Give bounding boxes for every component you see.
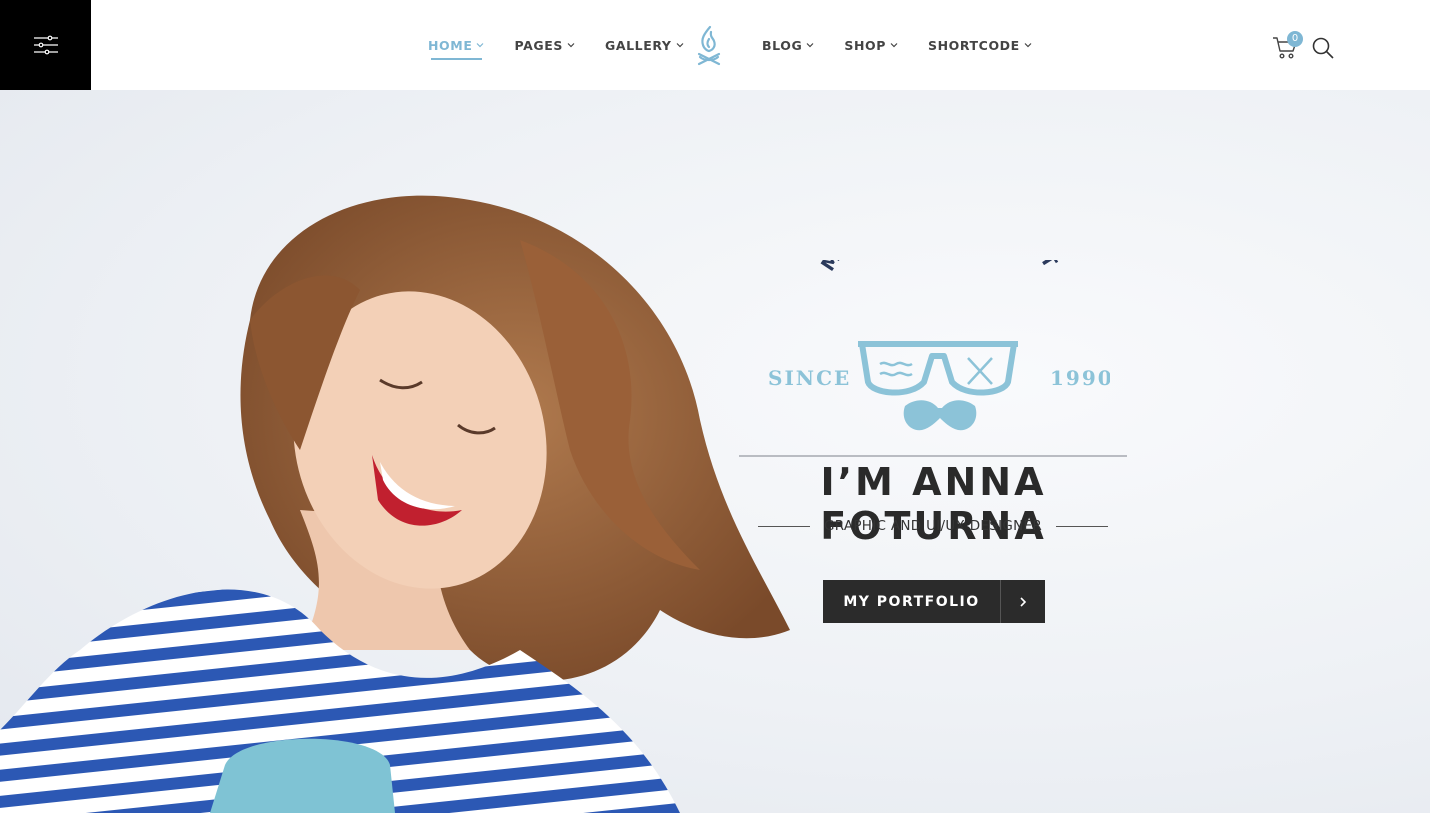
nav-item-pages[interactable]: PAGES <box>514 38 575 53</box>
chevron-down-icon <box>806 43 814 48</box>
nav-label: GALLERY <box>604 37 672 53</box>
nav-label: SHOP <box>844 37 886 53</box>
chevron-down-icon <box>477 43 484 48</box>
main-nav-left: HOME PAGES GALLERY <box>428 0 714 90</box>
title-divider <box>739 455 1127 457</box>
nav-item-home[interactable]: HOME <box>428 37 484 60</box>
search-icon[interactable] <box>1311 36 1335 60</box>
hero-subtitle: GRAPHIC AND UI/UX DESIGNER <box>823 518 1043 534</box>
chevron-down-icon <box>1024 43 1032 48</box>
nav-item-blog[interactable]: BLOG <box>762 38 814 53</box>
my-portfolio-button[interactable]: MY PORTFOLIO <box>823 580 1045 623</box>
cart-count-badge: 0 <box>1287 31 1303 47</box>
cta-label: MY PORTFOLIO <box>823 580 1000 623</box>
nav-label: PAGES <box>514 37 563 53</box>
hero-photo <box>0 195 790 813</box>
made-with-heart-badge: MADE WITH HEART SINCE 1990 <box>768 260 1110 431</box>
cta-arrow <box>1000 580 1045 623</box>
badge-year: 1990 <box>1050 366 1110 390</box>
nav-item-shop[interactable]: SHOP <box>844 38 898 53</box>
subtitle-right-line <box>1056 525 1108 527</box>
main-nav-right: BLOG SHOP SHORTCODE <box>762 0 1062 90</box>
nav-label: BLOG <box>762 37 803 53</box>
nav-item-shortcode[interactable]: SHORTCODE <box>928 38 1032 53</box>
subtitle-left-line <box>758 525 810 527</box>
hero-title: I’M ANNA FOTURNA <box>820 460 1047 548</box>
chevron-down-icon <box>567 43 575 48</box>
chevron-right-icon <box>1020 596 1027 607</box>
glasses-icon <box>858 341 1018 396</box>
badge-arc-text: MADE WITH HEART <box>817 260 1059 275</box>
nav-label: SHORTCODE <box>928 37 1020 53</box>
chevron-down-icon <box>676 43 684 48</box>
svg-text:MADE WITH HEART: MADE WITH HEART <box>817 260 1063 275</box>
flame-logo-icon[interactable] <box>694 24 724 68</box>
badge-since-label: SINCE <box>768 366 851 390</box>
mustache-icon <box>903 400 977 431</box>
nav-item-gallery[interactable]: GALLERY <box>605 38 684 53</box>
sliders-menu-icon <box>33 35 58 55</box>
menu-toggle-button[interactable] <box>0 0 91 90</box>
site-header: HOME PAGES GALLERY BLOG SHOP SHORTCODE 0 <box>0 0 1430 90</box>
subtitle-row: GRAPHIC AND UI/UX DESIGNER <box>758 518 1108 534</box>
nav-label: HOME <box>428 37 473 53</box>
hero-section: MADE WITH HEART SINCE 1990 I’M ANNA FOTU… <box>0 90 1430 813</box>
chevron-down-icon <box>890 43 898 48</box>
